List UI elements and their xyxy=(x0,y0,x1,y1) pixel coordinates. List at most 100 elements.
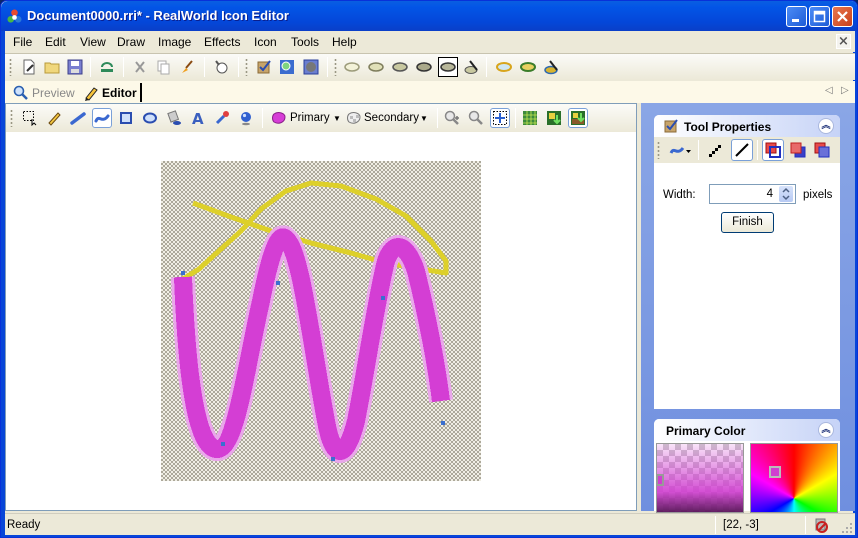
toolbar-grip[interactable] xyxy=(245,58,248,76)
alpha-handle[interactable] xyxy=(657,474,664,486)
control-point[interactable] xyxy=(381,296,385,300)
menu-file[interactable]: File xyxy=(13,35,32,49)
collapse-tool-properties-button[interactable]: ︽ xyxy=(818,118,834,134)
outline-fill-mode-icon[interactable] xyxy=(762,139,784,161)
alpha-saturation-picker[interactable] xyxy=(656,443,744,513)
drawing-toolbar: A Primary ▼ Secondary ▼ xyxy=(6,104,636,132)
primary-color-header[interactable]: Primary Color ︽ xyxy=(654,419,840,441)
lens-1-icon[interactable] xyxy=(342,57,362,77)
color-lens-2-icon[interactable] xyxy=(518,57,538,77)
control-point[interactable] xyxy=(441,421,445,425)
no-layer-icon[interactable] xyxy=(813,517,829,533)
minimize-button[interactable] xyxy=(786,6,807,27)
icon-canvas[interactable] xyxy=(161,161,481,481)
copy-icon[interactable] xyxy=(153,57,173,77)
lens-brush-icon[interactable] xyxy=(462,57,482,77)
primary-color-icon[interactable] xyxy=(269,108,289,128)
fill-bucket-icon[interactable] xyxy=(164,108,184,128)
control-point[interactable] xyxy=(221,442,225,446)
tab-editor[interactable]: Editor xyxy=(83,83,142,102)
antialiased-line-icon[interactable] xyxy=(731,139,753,161)
toolbar-grip[interactable] xyxy=(9,58,12,76)
magnify-image-icon[interactable] xyxy=(277,57,297,77)
tool-properties-header[interactable]: Tool Properties ︽ xyxy=(654,115,840,137)
menu-view[interactable]: View xyxy=(80,35,106,49)
grid-icon[interactable] xyxy=(520,108,540,128)
ellipse-tool-icon[interactable] xyxy=(140,108,160,128)
control-point[interactable] xyxy=(276,281,280,285)
mdi-close-button[interactable]: × xyxy=(836,34,851,49)
width-spinner[interactable] xyxy=(779,186,793,202)
hue-handle[interactable] xyxy=(769,466,781,478)
primary-dropdown-arrow-icon[interactable]: ▼ xyxy=(333,114,341,123)
toolbar-grip[interactable] xyxy=(657,141,660,159)
selection-icon[interactable] xyxy=(20,108,40,128)
title-bar[interactable]: Document0000.rri* - RealWorld Icon Edito… xyxy=(1,1,857,31)
resize-grip-icon[interactable] xyxy=(841,522,853,534)
menu-draw[interactable]: Draw xyxy=(117,35,145,49)
aliased-line-icon[interactable] xyxy=(706,140,726,160)
maximize-icon xyxy=(813,10,826,23)
curve-tool-icon[interactable] xyxy=(92,108,112,128)
menu-image[interactable]: Image xyxy=(158,35,191,49)
control-point[interactable] xyxy=(181,271,185,275)
checkbox-icon[interactable] xyxy=(254,57,274,77)
tab-scroll-right-icon[interactable]: ▷ xyxy=(841,85,849,96)
lens-5-icon[interactable] xyxy=(438,57,458,77)
menu-help[interactable]: Help xyxy=(332,35,357,49)
color-lens-1-icon[interactable] xyxy=(494,57,514,77)
undo-icon[interactable] xyxy=(97,57,117,77)
lens-4-icon[interactable] xyxy=(414,57,434,77)
open-folder-icon[interactable] xyxy=(42,57,62,77)
tab-scroll-left-icon[interactable]: ◁ xyxy=(825,85,833,96)
cut-icon[interactable] xyxy=(130,57,150,77)
fit-to-window-icon[interactable] xyxy=(490,108,510,128)
hue-picker[interactable] xyxy=(750,443,838,513)
collapse-primary-color-button[interactable]: ︽ xyxy=(818,422,834,438)
text-tool-icon[interactable]: A xyxy=(188,108,208,128)
lens-3-icon[interactable] xyxy=(390,57,410,77)
sphere-frame-icon[interactable] xyxy=(301,57,321,77)
rectangle-tool-icon[interactable] xyxy=(116,108,136,128)
menu-effects[interactable]: Effects xyxy=(204,35,240,49)
pencil-tool-icon[interactable] xyxy=(44,108,64,128)
zoom-in-icon[interactable] xyxy=(442,108,462,128)
zoom-out-icon[interactable] xyxy=(466,108,486,128)
secondary-color-icon[interactable] xyxy=(344,108,364,128)
color-picker-icon[interactable] xyxy=(212,108,232,128)
width-units-label: pixels xyxy=(803,189,833,201)
control-point[interactable] xyxy=(331,457,335,461)
menu-edit[interactable]: Edit xyxy=(45,35,66,49)
toolbar-separator xyxy=(123,57,124,77)
primary-color-dropdown[interactable]: Primary xyxy=(290,112,330,124)
layer-down-icon[interactable] xyxy=(544,108,564,128)
new-document-icon[interactable] xyxy=(19,57,39,77)
status-text: Ready xyxy=(7,519,41,531)
secondary-color-dropdown[interactable]: Secondary xyxy=(364,112,419,124)
outline-mode-icon[interactable] xyxy=(788,140,808,160)
save-icon[interactable] xyxy=(65,57,85,77)
lens-2-icon[interactable] xyxy=(366,57,386,77)
fill-mode-icon[interactable] xyxy=(812,140,832,160)
status-separator xyxy=(805,516,806,534)
color-lens-brush-icon[interactable] xyxy=(542,57,562,77)
status-bar: Ready [22, -3] xyxy=(5,513,855,535)
toolbar-grip[interactable] xyxy=(10,109,13,127)
pencil-icon xyxy=(85,86,98,101)
close-button[interactable] xyxy=(832,6,853,27)
line-tool-icon[interactable] xyxy=(68,108,88,128)
paste-brush-icon[interactable] xyxy=(177,57,197,77)
tab-preview[interactable]: Preview xyxy=(13,83,75,102)
secondary-dropdown-arrow-icon[interactable]: ▼ xyxy=(420,114,428,123)
finish-button[interactable]: Finish xyxy=(721,212,774,233)
svg-text:A: A xyxy=(192,110,204,126)
maximize-button[interactable] xyxy=(809,6,830,27)
lightbulb-icon[interactable] xyxy=(211,57,231,77)
toolbar-grip[interactable] xyxy=(334,58,337,76)
curve-style-dropdown[interactable] xyxy=(668,140,694,160)
menu-icon[interactable]: Icon xyxy=(254,35,277,49)
checkbox-icon xyxy=(664,119,678,133)
layer-merge-icon[interactable] xyxy=(568,108,588,128)
sphere-tool-icon[interactable] xyxy=(236,108,256,128)
menu-tools[interactable]: Tools xyxy=(291,35,319,49)
